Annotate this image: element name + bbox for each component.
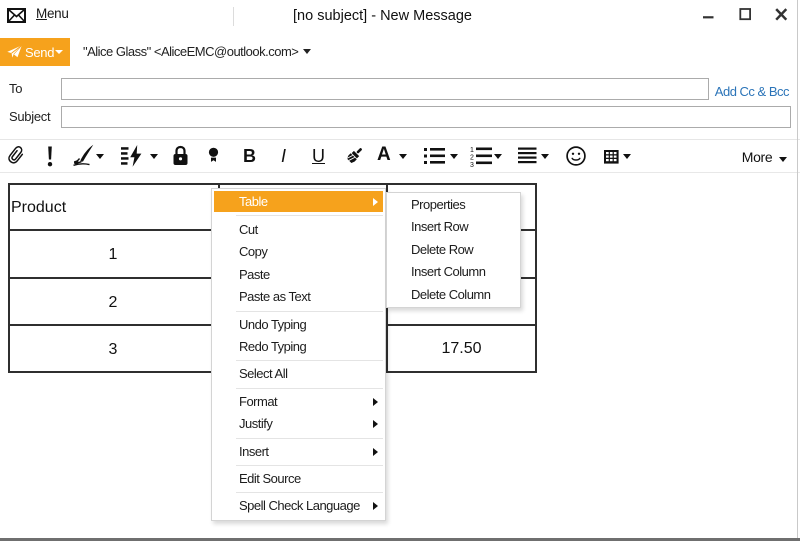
svg-text:3: 3: [470, 162, 474, 167]
svg-text:2: 2: [470, 155, 474, 162]
svg-text:1: 1: [470, 147, 474, 154]
